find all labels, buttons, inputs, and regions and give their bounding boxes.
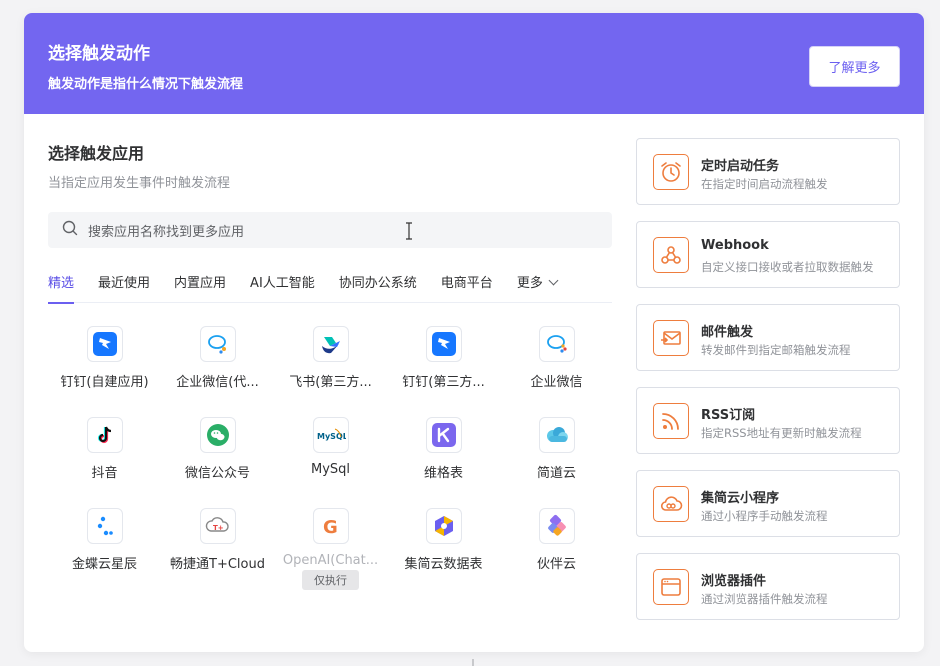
webhook-icon	[653, 237, 689, 273]
svg-text:G: G	[323, 517, 338, 538]
trigger-card-rss[interactable]: RSS订阅 指定RSS地址有更新时触发流程	[636, 387, 900, 454]
search-icon	[62, 220, 78, 240]
douyin-icon	[86, 417, 123, 453]
app-item[interactable]: 飞书(第三方...	[274, 326, 387, 417]
tab-ai[interactable]: AI人工智能	[250, 274, 315, 303]
wechat-icon	[199, 417, 236, 453]
tab-builtin[interactable]: 内置应用	[174, 274, 226, 303]
app-item[interactable]: G OpenAI(Chat... 仅执行	[274, 508, 387, 599]
trigger-card-browser[interactable]: 浏览器插件 通过浏览器插件触发流程	[636, 553, 900, 620]
browser-icon	[653, 569, 689, 605]
svg-text:T+: T+	[213, 524, 224, 532]
mail-icon	[653, 320, 689, 356]
category-tabs: 精选 最近使用 内置应用 AI人工智能 协同办公系统 电商平台 更多	[48, 274, 612, 304]
tab-recent[interactable]: 最近使用	[98, 274, 150, 303]
section-title: 选择触发应用	[48, 144, 145, 163]
jiandaoyun-icon	[538, 417, 575, 453]
app-item[interactable]: 金蝶云星辰	[48, 508, 161, 599]
dialog-header: 选择触发动作 触发动作是指什么情况下触发流程 了解更多	[24, 13, 924, 114]
trigger-card-schedule[interactable]: 定时启动任务 在指定时间启动流程触发	[636, 138, 900, 205]
tab-ecommerce[interactable]: 电商平台	[441, 274, 493, 303]
wecom-icon	[538, 326, 575, 362]
rss-icon	[653, 403, 689, 439]
app-item[interactable]: 企业微信(代...	[161, 326, 274, 417]
alarm-clock-icon	[653, 154, 689, 190]
execute-only-badge: 仅执行	[302, 570, 359, 590]
app-item[interactable]: MySQL MySql	[274, 417, 387, 508]
chanjet-icon: T+	[199, 508, 236, 544]
app-item[interactable]: 企业微信	[500, 326, 613, 417]
app-item[interactable]: 抖音	[48, 417, 161, 508]
cloud-icon	[653, 486, 689, 522]
search-input[interactable]: 搜索应用名称找到更多应用	[48, 212, 612, 248]
connector-line	[472, 659, 474, 666]
app-item[interactable]: 维格表	[387, 417, 500, 508]
app-item[interactable]: 伙伴云	[500, 508, 613, 599]
trigger-dialog: 选择触发动作 触发动作是指什么情况下触发流程 了解更多 选择触发应用 当指定应用…	[24, 13, 924, 652]
trigger-card-webhook[interactable]: Webhook 自定义接口接收或者拉取数据触发	[636, 221, 900, 288]
app-item[interactable]: 微信公众号	[161, 417, 274, 508]
chevron-down-icon	[548, 275, 559, 286]
app-item[interactable]: 简道云	[500, 417, 613, 508]
wecom-icon	[199, 326, 236, 362]
mysql-icon: MySQL	[312, 417, 349, 453]
trigger-card-email[interactable]: 邮件触发 转发邮件到指定邮箱触发流程	[636, 304, 900, 371]
app-item[interactable]: 钉钉(自建应用)	[48, 326, 161, 417]
text-cursor-icon	[406, 222, 412, 240]
feishu-icon	[312, 326, 349, 362]
tab-featured[interactable]: 精选	[48, 274, 75, 304]
vika-icon	[425, 417, 462, 453]
app-item[interactable]: 集简云数据表	[387, 508, 500, 599]
search-placeholder: 搜索应用名称找到更多应用	[88, 224, 245, 240]
kingdee-icon	[86, 508, 123, 544]
learn-more-button[interactable]: 了解更多	[809, 46, 900, 87]
dingtalk-icon	[86, 326, 123, 362]
section-subtitle: 当指定应用发生事件时触发流程	[48, 176, 231, 191]
tab-more[interactable]: 更多	[517, 274, 559, 303]
app-item[interactable]: T+ 畅捷通T+Cloud	[161, 508, 274, 599]
openai-icon: G	[312, 508, 349, 544]
tab-office[interactable]: 协同办公系统	[339, 274, 417, 303]
huoban-icon	[538, 508, 575, 544]
dingtalk-icon	[425, 326, 462, 362]
svg-text:MySQL: MySQL	[317, 432, 346, 441]
app-item[interactable]: 钉钉(第三方...	[387, 326, 500, 417]
dialog-title: 选择触发动作	[48, 44, 150, 64]
dialog-subtitle: 触发动作是指什么情况下触发流程	[48, 77, 244, 92]
jijianyun-table-icon	[425, 508, 462, 544]
trigger-card-miniprogram[interactable]: 集简云小程序 通过小程序手动触发流程	[636, 470, 900, 537]
